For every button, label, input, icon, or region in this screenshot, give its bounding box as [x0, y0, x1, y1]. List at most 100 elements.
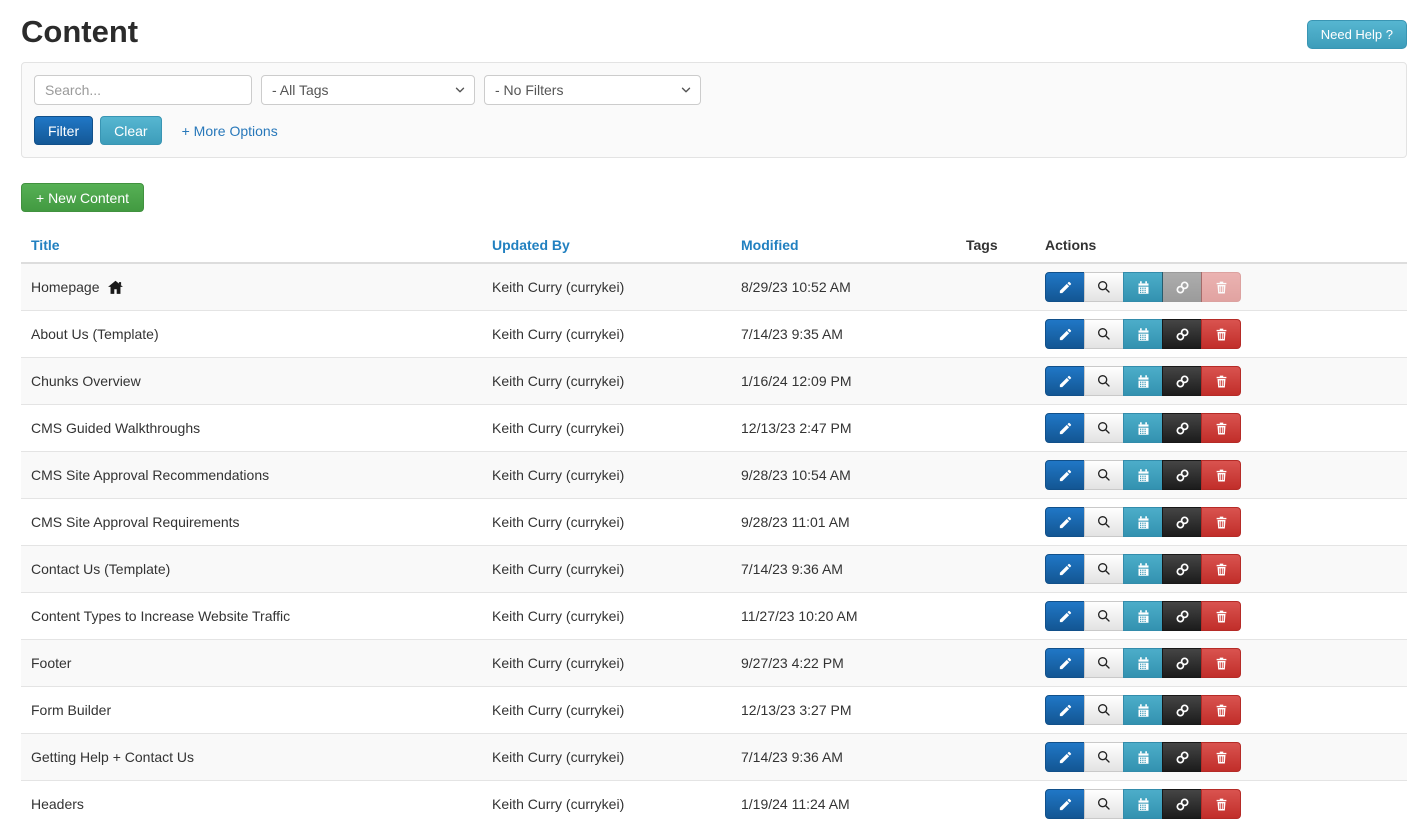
edit-button[interactable]	[1045, 648, 1085, 678]
magnifier-icon	[1096, 420, 1112, 436]
row-modified-cell: 11/27/23 10:20 AM	[731, 593, 956, 639]
row-title: CMS Guided Walkthroughs	[31, 420, 200, 436]
edit-button[interactable]	[1045, 507, 1085, 537]
table-row: Homepage Keith Curry (currykei) 8/29/23 …	[21, 264, 1407, 310]
preview-button[interactable]	[1084, 554, 1124, 584]
chain-link-icon	[1174, 655, 1191, 672]
tags-select[interactable]: - All Tags	[261, 75, 475, 105]
schedule-button[interactable]	[1123, 366, 1163, 396]
row-updated-by-cell: Keith Curry (currykei)	[482, 499, 731, 545]
preview-button[interactable]	[1084, 272, 1124, 302]
delete-button[interactable]	[1201, 695, 1241, 725]
column-header-title[interactable]: Title	[21, 229, 482, 262]
schedule-button[interactable]	[1123, 413, 1163, 443]
schedule-button[interactable]	[1123, 695, 1163, 725]
preview-button[interactable]	[1084, 507, 1124, 537]
delete-button[interactable]	[1201, 742, 1241, 772]
row-title-cell: Form Builder	[21, 687, 482, 733]
schedule-button[interactable]	[1123, 319, 1163, 349]
delete-button[interactable]	[1201, 366, 1241, 396]
schedule-button[interactable]	[1123, 272, 1163, 302]
preview-button[interactable]	[1084, 601, 1124, 631]
link-button[interactable]	[1162, 601, 1202, 631]
table-row: CMS Site Approval Requirements Keith Cur…	[21, 498, 1407, 545]
row-modified-cell: 12/13/23 3:27 PM	[731, 687, 956, 733]
edit-button[interactable]	[1045, 789, 1085, 819]
search-input[interactable]	[34, 75, 252, 105]
row-updated-by-cell: Keith Curry (currykei)	[482, 405, 731, 451]
preview-button[interactable]	[1084, 319, 1124, 349]
delete-button[interactable]	[1201, 460, 1241, 490]
link-button[interactable]	[1162, 648, 1202, 678]
delete-button[interactable]	[1201, 272, 1241, 302]
edit-button[interactable]	[1045, 695, 1085, 725]
delete-button[interactable]	[1201, 507, 1241, 537]
filters-select[interactable]: - No Filters	[484, 75, 701, 105]
clear-button[interactable]: Clear	[100, 116, 161, 145]
link-button[interactable]	[1162, 507, 1202, 537]
more-options-link[interactable]: + More Options	[182, 123, 278, 139]
schedule-button[interactable]	[1123, 789, 1163, 819]
calendar-icon	[1136, 515, 1151, 530]
filters-dropdown[interactable]: - No Filters	[484, 75, 701, 105]
schedule-button[interactable]	[1123, 601, 1163, 631]
edit-button[interactable]	[1045, 319, 1085, 349]
row-actions-cell	[1035, 734, 1407, 780]
schedule-button[interactable]	[1123, 648, 1163, 678]
edit-button[interactable]	[1045, 601, 1085, 631]
edit-button[interactable]	[1045, 366, 1085, 396]
filter-button[interactable]: Filter	[34, 116, 93, 145]
row-tags-cell	[956, 405, 1035, 451]
link-button[interactable]	[1162, 366, 1202, 396]
tags-dropdown[interactable]: - All Tags	[261, 75, 475, 105]
edit-button[interactable]	[1045, 554, 1085, 584]
magnifier-icon	[1096, 373, 1112, 389]
column-header-modified[interactable]: Modified	[731, 229, 956, 262]
schedule-button[interactable]	[1123, 554, 1163, 584]
delete-button[interactable]	[1201, 601, 1241, 631]
link-button[interactable]	[1162, 413, 1202, 443]
trash-icon	[1214, 468, 1229, 483]
link-button[interactable]	[1162, 789, 1202, 819]
edit-button[interactable]	[1045, 742, 1085, 772]
link-button[interactable]	[1162, 460, 1202, 490]
calendar-icon	[1136, 703, 1151, 718]
delete-button[interactable]	[1201, 554, 1241, 584]
row-title: About Us (Template)	[31, 326, 159, 342]
chain-link-icon	[1174, 561, 1191, 578]
need-help-button[interactable]: Need Help ?	[1307, 20, 1407, 49]
pencil-icon	[1058, 374, 1073, 389]
row-modified: 12/13/23 3:27 PM	[741, 702, 852, 718]
link-button[interactable]	[1162, 742, 1202, 772]
delete-button[interactable]	[1201, 319, 1241, 349]
link-button[interactable]	[1162, 319, 1202, 349]
schedule-button[interactable]	[1123, 507, 1163, 537]
preview-button[interactable]	[1084, 695, 1124, 725]
row-updated-by: Keith Curry (currykei)	[492, 702, 624, 718]
new-content-button[interactable]: + New Content	[21, 183, 144, 212]
schedule-button[interactable]	[1123, 742, 1163, 772]
delete-button[interactable]	[1201, 648, 1241, 678]
delete-button[interactable]	[1201, 413, 1241, 443]
table-row: Headers Keith Curry (currykei) 1/19/24 1…	[21, 780, 1407, 825]
row-actions	[1045, 507, 1241, 537]
preview-button[interactable]	[1084, 742, 1124, 772]
preview-button[interactable]	[1084, 789, 1124, 819]
link-button[interactable]	[1162, 272, 1202, 302]
preview-button[interactable]	[1084, 460, 1124, 490]
preview-button[interactable]	[1084, 366, 1124, 396]
table-header-row: Title Updated By Modified Tags Actions	[21, 229, 1407, 264]
edit-button[interactable]	[1045, 272, 1085, 302]
schedule-button[interactable]	[1123, 460, 1163, 490]
row-title: Chunks Overview	[31, 373, 141, 389]
link-button[interactable]	[1162, 695, 1202, 725]
preview-button[interactable]	[1084, 648, 1124, 678]
row-title-cell: CMS Guided Walkthroughs	[21, 405, 482, 451]
link-button[interactable]	[1162, 554, 1202, 584]
delete-button[interactable]	[1201, 789, 1241, 819]
row-title: Headers	[31, 796, 84, 812]
preview-button[interactable]	[1084, 413, 1124, 443]
edit-button[interactable]	[1045, 413, 1085, 443]
column-header-updated-by[interactable]: Updated By	[482, 229, 731, 262]
edit-button[interactable]	[1045, 460, 1085, 490]
